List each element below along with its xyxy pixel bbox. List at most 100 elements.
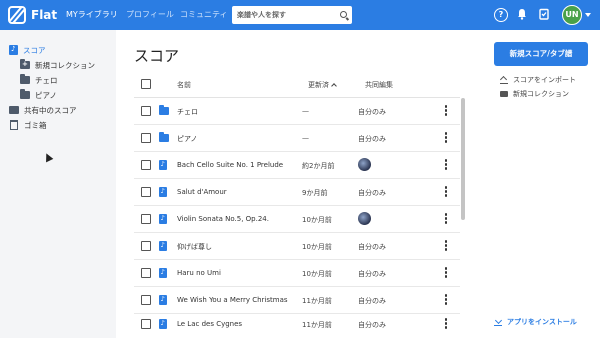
collaborator-avatar[interactable] [358, 212, 371, 225]
row-checkbox[interactable] [141, 214, 151, 224]
nav-profile[interactable]: プロフィール [126, 9, 174, 20]
column-header-updated[interactable]: 更新済 [308, 80, 337, 90]
search-input[interactable]: 楽譜や人を探す [232, 6, 352, 24]
table-header: 名前 更新済 共同編集 [134, 72, 460, 98]
row-checkbox[interactable] [141, 187, 151, 197]
table-row[interactable]: Violin Sonata No.5, Op.24. 10か月前 [134, 206, 460, 233]
score-icon [159, 160, 167, 170]
table-row[interactable]: Le Lac des Cygnes 11か月前 自分のみ [134, 311, 460, 338]
row-updated: 11か月前 [302, 297, 332, 305]
tasks-icon[interactable] [537, 8, 551, 22]
more-options-icon[interactable] [444, 213, 448, 225]
row-checkbox[interactable] [141, 268, 151, 278]
column-header-shared[interactable]: 共同編集 [365, 80, 393, 90]
top-navigation-bar: Flat MYライブラリ プロフィール コミュニティ 楽譜や人を探す ? UN [0, 0, 600, 30]
sort-up-icon [331, 83, 337, 89]
more-options-icon[interactable] [444, 159, 448, 171]
sidebar: スコア + 新規コレクション チェロ ピアノ 共有中のスコア ゴミ箱 [0, 30, 116, 338]
user-avatar[interactable]: UN [562, 5, 582, 25]
row-updated: 11か月前 [302, 321, 332, 329]
more-options-icon[interactable] [444, 267, 448, 279]
flat-logo[interactable]: Flat [8, 6, 57, 24]
collaborator-avatar[interactable] [358, 158, 371, 171]
score-icon [159, 268, 167, 278]
download-icon [494, 318, 502, 326]
table-row[interactable]: Bach Cello Suite No. 1 Prelude 約2か月前 [134, 152, 460, 179]
row-shared: 自分のみ [358, 108, 386, 116]
row-checkbox[interactable] [141, 319, 151, 329]
score-icon [159, 241, 167, 251]
folder-icon [159, 105, 169, 115]
table-row[interactable]: 仰げば尊し 10か月前 自分のみ [134, 233, 460, 260]
bell-icon[interactable] [515, 8, 529, 22]
scrollbar[interactable] [461, 98, 465, 220]
score-icon [159, 187, 167, 197]
new-collection-link[interactable]: 新規コレクション [500, 89, 569, 99]
sidebar-item-new-collection[interactable]: + 新規コレクション [20, 58, 95, 72]
sidebar-item-cello[interactable]: チェロ [20, 73, 58, 87]
table-row[interactable]: Salut d'Amour 9か月前 自分のみ [134, 179, 460, 206]
sidebar-item-label: ピアノ [35, 90, 57, 100]
shared-folder-icon [9, 106, 19, 114]
column-header-name[interactable]: 名前 [177, 80, 191, 90]
trash-icon [10, 120, 18, 130]
install-app-link[interactable]: アプリをインストール [494, 317, 577, 327]
row-name[interactable]: Violin Sonata No.5, Op.24. [177, 215, 269, 223]
help-icon[interactable]: ? [494, 8, 508, 22]
row-updated: 約2か月前 [302, 162, 335, 170]
row-checkbox[interactable] [141, 241, 151, 251]
row-name[interactable]: We Wish You a Merry Christmas [177, 296, 288, 304]
sidebar-item-scores[interactable]: スコア [9, 43, 46, 57]
row-name[interactable]: チェロ [177, 107, 198, 117]
sidebar-item-trash[interactable]: ゴミ箱 [9, 118, 47, 132]
row-shared: 自分のみ [358, 270, 386, 278]
table-row[interactable]: Haru no Umi 10か月前 自分のみ [134, 260, 460, 287]
row-name[interactable]: ピアノ [177, 134, 197, 144]
table-row[interactable]: ピアノ — 自分のみ [134, 125, 460, 152]
score-icon [159, 214, 167, 224]
row-shared: 自分のみ [358, 135, 386, 143]
more-options-icon[interactable] [444, 318, 448, 330]
sidebar-item-piano[interactable]: ピアノ [20, 88, 57, 102]
install-app-label: アプリをインストール [507, 318, 577, 326]
sidebar-item-shared[interactable]: 共有中のスコア [9, 103, 77, 117]
import-score-link[interactable]: スコアをインポート [500, 75, 576, 85]
row-updated: 10か月前 [302, 270, 332, 278]
row-name[interactable]: Salut d'Amour [177, 188, 227, 196]
column-header-updated-label: 更新済 [308, 81, 329, 89]
import-score-label: スコアをインポート [513, 76, 576, 84]
row-updated: 9か月前 [302, 189, 328, 197]
folder-icon [20, 89, 30, 99]
new-score-button[interactable]: 新規スコア/タブ譜 [494, 42, 588, 66]
row-updated: 10か月前 [302, 243, 332, 251]
search-icon[interactable] [340, 11, 347, 18]
nav-community[interactable]: コミュニティ [180, 9, 228, 20]
row-updated: — [302, 134, 309, 142]
row-checkbox[interactable] [141, 160, 151, 170]
select-all-checkbox[interactable] [141, 79, 151, 89]
chevron-down-icon[interactable] [585, 13, 591, 17]
row-name[interactable]: Le Lac des Cygnes [177, 320, 242, 328]
row-name[interactable]: Bach Cello Suite No. 1 Prelude [177, 161, 283, 169]
folder-icon [159, 132, 169, 142]
table-row[interactable]: チェロ — 自分のみ [134, 98, 460, 125]
logo-text: Flat [31, 8, 58, 22]
more-options-icon[interactable] [444, 105, 448, 117]
row-shared: 自分のみ [358, 189, 386, 197]
sidebar-item-label: スコア [23, 45, 46, 55]
row-name[interactable]: Haru no Umi [177, 269, 221, 277]
row-checkbox[interactable] [141, 295, 151, 305]
row-shared: 自分のみ [358, 243, 386, 251]
row-shared: 自分のみ [358, 297, 386, 305]
row-checkbox[interactable] [141, 106, 151, 116]
more-options-icon[interactable] [444, 132, 448, 144]
more-options-icon[interactable] [444, 294, 448, 306]
sidebar-item-label: 共有中のスコア [24, 105, 77, 115]
row-checkbox[interactable] [141, 133, 151, 143]
row-name[interactable]: 仰げば尊し [177, 242, 212, 252]
more-options-icon[interactable] [444, 186, 448, 198]
page-title: スコア [134, 47, 180, 65]
nav-my-library[interactable]: MYライブラリ [66, 9, 118, 20]
more-options-icon[interactable] [444, 240, 448, 252]
table-row[interactable]: We Wish You a Merry Christmas 11か月前 自分のみ [134, 287, 460, 314]
